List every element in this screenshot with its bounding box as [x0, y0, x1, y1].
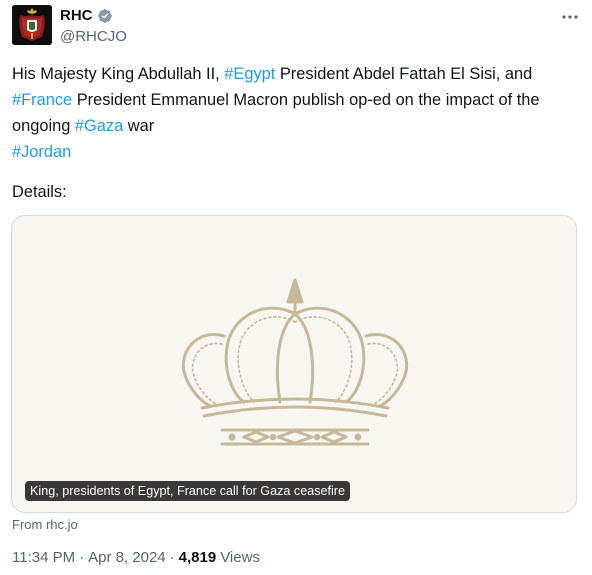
views-label: Views [220, 549, 260, 566]
tweet-time[interactable]: 11:34 PM [12, 549, 75, 566]
author-name[interactable]: RHC [60, 7, 93, 24]
royal-crest-icon [12, 5, 52, 45]
author-name-row: RHC [60, 7, 113, 24]
more-options-button[interactable] [560, 9, 580, 25]
views-count: 4,819 [178, 549, 217, 566]
link-card[interactable]: King, presidents of Egypt, France call f… [11, 215, 577, 513]
hashtag-egypt[interactable]: #Egypt [224, 65, 275, 83]
tweet-text: His Majesty King Abdullah II, #Egypt Pre… [12, 61, 582, 165]
tweet-meta: 11:34 PM · Apr 8, 2024 · 4,819 Views [12, 549, 260, 566]
avatar[interactable] [12, 5, 52, 45]
hashtag-gaza[interactable]: #Gaza [75, 117, 123, 135]
tweet-date[interactable]: Apr 8, 2024 [88, 549, 166, 566]
tweet-header: RHC @RHCJO [12, 5, 582, 47]
more-options-icon [562, 15, 578, 19]
tweet-text-segment: war [123, 117, 155, 135]
tweet-text-segment: President Abdel Fattah El Sisi, and [275, 65, 533, 83]
details-label: Details: [12, 183, 67, 201]
jordan-crown-icon [12, 216, 576, 512]
card-caption: King, presidents of Egypt, France call f… [25, 481, 350, 501]
hashtag-france[interactable]: #France [12, 91, 72, 109]
verified-badge-icon [97, 8, 112, 23]
meta-separator: · [169, 549, 175, 566]
card-source-link[interactable]: From rhc.jo [12, 517, 78, 532]
tweet-text-segment: His Majesty King Abdullah II, [12, 65, 225, 83]
author-handle[interactable]: @RHCJO [60, 28, 127, 45]
meta-separator: · [79, 549, 85, 566]
hashtag-jordan[interactable]: #Jordan [12, 143, 71, 161]
